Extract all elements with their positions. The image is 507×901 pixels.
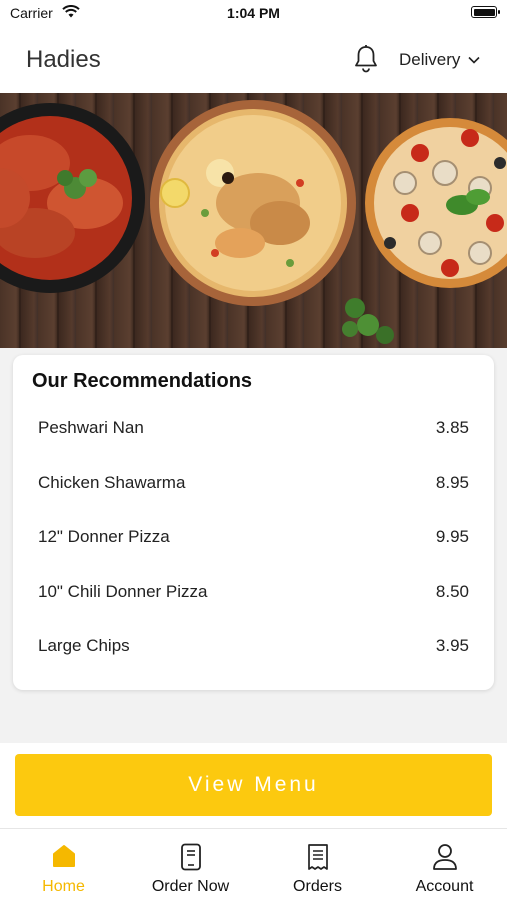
recommendations-list: Peshwari Nan 3.85 Chicken Shawarma 8.95 … xyxy=(13,401,494,674)
view-menu-button[interactable]: View Menu xyxy=(15,754,492,816)
item-name: Chicken Shawarma xyxy=(38,472,186,492)
item-price: 9.95 xyxy=(435,527,469,546)
clock: 1:04 PM xyxy=(227,5,280,21)
app-header: Hadies Delivery xyxy=(0,26,507,93)
parsley-garnish xyxy=(342,298,394,344)
recommendation-item[interactable]: 10" Chili Donner Pizza 8.50 xyxy=(13,565,494,620)
tab-orders-label: Orders xyxy=(293,878,342,895)
pizza xyxy=(365,118,507,288)
tab-account[interactable]: Account xyxy=(381,829,507,901)
curry-bowl xyxy=(0,103,145,293)
item-price: 3.85 xyxy=(435,418,469,437)
delivery-label: Delivery xyxy=(399,50,461,69)
item-name: Peshwari Nan xyxy=(38,418,144,437)
recommendations-card: Our Recommendations Peshwari Nan 3.85 Ch… xyxy=(13,355,494,690)
item-price: 3.95 xyxy=(435,636,469,655)
receipt-icon xyxy=(307,844,328,870)
item-name: Large Chips xyxy=(38,636,130,655)
tab-account-label: Account xyxy=(415,878,474,895)
brand-title: Hadies xyxy=(26,46,101,73)
chevron-down-icon xyxy=(468,56,480,64)
item-price: 8.95 xyxy=(435,472,469,492)
food-banner-image xyxy=(0,93,507,348)
battery-icon xyxy=(471,6,500,18)
tab-orders[interactable]: Orders xyxy=(254,829,381,901)
item-name: 12" Donner Pizza xyxy=(38,527,170,546)
recommendation-item[interactable]: Large Chips 3.95 xyxy=(13,619,494,674)
tab-home[interactable]: Home xyxy=(0,829,127,901)
tab-home-label: Home xyxy=(42,878,85,895)
home-icon xyxy=(52,845,75,867)
tab-order-now-label: Order Now xyxy=(151,878,230,895)
tab-bar: Home Order Now Orders Account xyxy=(0,828,507,901)
biryani-plate xyxy=(150,100,356,306)
recommendations-title: Our Recommendations xyxy=(32,370,253,392)
tab-order-now[interactable]: Order Now xyxy=(127,829,254,901)
status-bar: Carrier 1:04 PM xyxy=(0,0,507,26)
user-icon xyxy=(432,844,457,870)
recommendation-item[interactable]: 12" Donner Pizza 9.95 xyxy=(13,510,494,565)
item-name: 10" Chili Donner Pizza xyxy=(38,581,208,601)
bell-icon[interactable] xyxy=(352,44,380,74)
recommendation-item[interactable]: Chicken Shawarma 8.95 xyxy=(13,456,494,511)
recommendation-item[interactable]: Peshwari Nan 3.85 xyxy=(13,401,494,456)
phone-order-icon xyxy=(180,843,201,871)
item-price: 8.50 xyxy=(435,581,469,601)
delivery-selector[interactable]: Delivery xyxy=(399,50,480,70)
